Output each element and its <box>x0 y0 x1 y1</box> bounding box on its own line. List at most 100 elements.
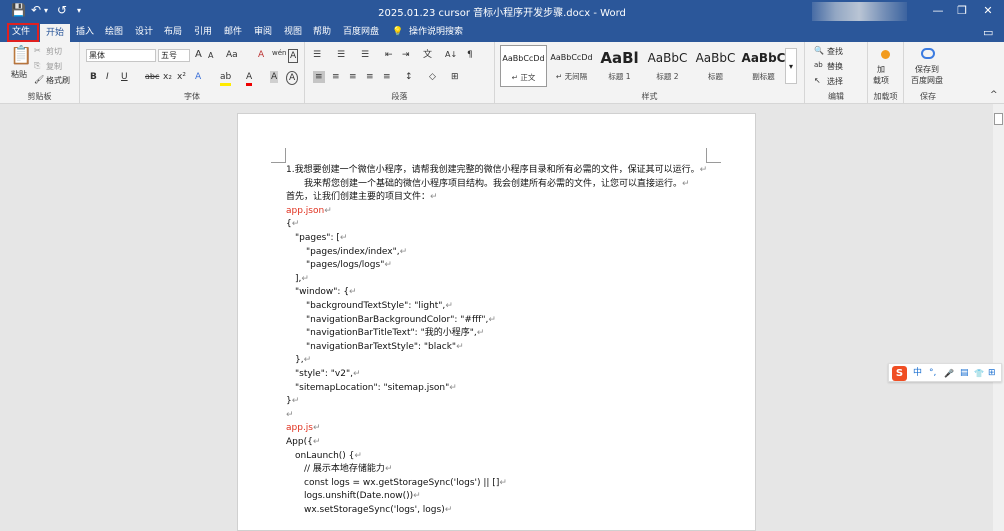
addins-icon[interactable] <box>881 50 890 59</box>
enclose-char-icon[interactable]: A <box>286 71 299 85</box>
text-effects-icon[interactable]: A <box>195 71 201 83</box>
keyboard-icon[interactable]: ▤ <box>960 366 969 381</box>
maximize-button[interactable]: ❐ <box>950 2 974 20</box>
replace-button[interactable]: 替换 <box>827 61 843 72</box>
strikethrough-button[interactable]: abc <box>145 71 159 83</box>
numbering-icon[interactable]: ☰ <box>337 49 345 61</box>
save-to-baidu-button[interactable]: 保存到 百度网盘 <box>911 64 943 86</box>
multilevel-list-icon[interactable]: ☰ <box>361 49 369 61</box>
sort-icon[interactable]: A↓ <box>445 49 457 61</box>
ime-punct-icon[interactable]: °, <box>929 366 936 381</box>
distribute-icon[interactable]: ≡ <box>383 71 391 83</box>
microphone-icon[interactable]: 🎤 <box>944 366 954 381</box>
subscript-button[interactable]: x₂ <box>163 71 172 83</box>
paste-button[interactable]: 粘贴 <box>11 69 27 80</box>
bullets-icon[interactable]: ☰ <box>313 49 321 61</box>
paragraph-label: 段落 <box>391 92 408 101</box>
paragraph-shading-icon[interactable]: ◇ <box>429 71 436 83</box>
ribbon: 📋 粘贴 ✂ 剪切 ⎘ 复制 🖌 格式刷 剪贴板 黑体 五号 A A Aa A … <box>0 42 1004 104</box>
tab-design[interactable]: 设计 <box>135 25 153 40</box>
align-right-icon[interactable]: ≡ <box>349 71 357 83</box>
ime-toolbar[interactable]: S 中 °, 🎤 ▤ 👕 ⊞ <box>888 363 1002 382</box>
collapse-ribbon-icon[interactable]: ^ <box>990 90 998 100</box>
styles-scroll-button[interactable]: ▾ <box>785 48 797 84</box>
select-icon[interactable]: ↖ <box>814 76 821 85</box>
document-line: const logs = wx.getStorageSync('logs') |… <box>304 477 507 489</box>
tab-baidu-netdisk[interactable]: 百度网盘 <box>343 25 379 40</box>
font-color-icon[interactable]: A <box>246 71 253 86</box>
paragraph-mark: ↵ <box>352 369 361 379</box>
skin-icon[interactable]: 👕 <box>974 366 984 381</box>
tab-help[interactable]: 帮助 <box>313 25 331 40</box>
line-text: 首先，让我们创建主要的项目文件： <box>286 192 431 203</box>
font-name-select[interactable]: 黑体 <box>86 49 156 62</box>
tab-references[interactable]: 引用 <box>194 25 212 40</box>
superscript-button[interactable]: x² <box>177 71 186 83</box>
baidu-netdisk-icon[interactable] <box>921 48 935 59</box>
justify-icon[interactable]: ≡ <box>366 71 374 83</box>
select-button[interactable]: 选择 <box>827 76 843 87</box>
chinese-layout-icon[interactable]: 文 <box>423 49 432 61</box>
tab-draw[interactable]: 绘图 <box>105 25 123 40</box>
replace-icon[interactable]: ab <box>814 61 823 69</box>
tab-view[interactable]: 视图 <box>284 25 302 40</box>
format-painter-icon[interactable]: 🖌 <box>34 75 44 84</box>
change-case-icon[interactable]: Aa <box>226 49 238 61</box>
vertical-scrollbar[interactable] <box>993 104 1004 531</box>
tell-me-search[interactable]: 操作说明搜索 <box>409 25 463 40</box>
clipboard-group: 📋 粘贴 ✂ 剪切 ⎘ 复制 🖌 格式刷 剪贴板 <box>0 42 80 104</box>
style-heading-2[interactable]: AaBbC 标题 2 <box>644 45 691 87</box>
align-left-icon[interactable]: ≡ <box>313 71 325 83</box>
cut-button[interactable]: 剪切 <box>46 46 62 57</box>
paragraph-mark: ↵ <box>456 341 464 352</box>
style-subtitle[interactable]: AaBbC 副标题 <box>740 45 787 87</box>
style-heading-1[interactable]: AaBl 标题 1 <box>596 45 643 87</box>
document-line: app.js↵ <box>286 422 321 434</box>
style-title[interactable]: AaBbC 标题 <box>692 45 739 87</box>
paste-icon[interactable]: 📋 <box>10 45 32 66</box>
tab-layout[interactable]: 布局 <box>164 25 182 40</box>
close-button[interactable]: ✕ <box>976 2 1000 20</box>
shrink-font-icon[interactable]: A <box>208 50 213 62</box>
char-shading-icon[interactable]: A <box>270 71 279 83</box>
copy-button[interactable]: 复制 <box>46 61 62 72</box>
borders-icon[interactable]: ⊞ <box>451 71 459 83</box>
sogou-logo-icon[interactable]: S <box>892 366 907 381</box>
align-center-icon[interactable]: ≡ <box>332 71 340 83</box>
clear-format-icon[interactable]: A <box>258 49 264 61</box>
line-spacing-icon[interactable]: ↕ <box>405 71 413 83</box>
char-border-icon[interactable]: A <box>288 49 299 63</box>
scroll-thumb[interactable] <box>994 113 1003 125</box>
phonetic-guide-icon[interactable]: wén <box>272 47 286 59</box>
increase-indent-icon[interactable]: ⇥ <box>402 49 410 61</box>
highlight-color-icon[interactable]: ab <box>220 71 232 86</box>
format-painter-button[interactable]: 格式刷 <box>46 75 70 86</box>
minimize-button[interactable]: — <box>926 2 950 20</box>
style-no-spacing[interactable]: AaBbCcDd ↵ 无间隔 <box>548 45 595 87</box>
cut-icon[interactable]: ✂ <box>34 46 41 55</box>
addins-button[interactable]: 加 载项 <box>873 64 889 86</box>
paragraph-mark: ↵ <box>682 178 690 189</box>
find-icon[interactable]: 🔍 <box>814 46 824 55</box>
italic-button[interactable]: I <box>106 71 109 83</box>
style-normal[interactable]: AaBbCcDd ↵ 正文 <box>500 45 547 87</box>
document-line: // 展示本地存储能力↵ <box>304 463 392 475</box>
underline-button[interactable]: U <box>121 71 128 83</box>
toolbox-icon[interactable]: ⊞ <box>988 366 996 381</box>
find-button[interactable]: 查找 <box>827 46 843 57</box>
tab-mailings[interactable]: 邮件 <box>224 25 242 40</box>
decrease-indent-icon[interactable]: ⇤ <box>385 49 393 61</box>
font-size-select[interactable]: 五号 <box>158 49 190 62</box>
comments-icon[interactable]: ▭ <box>983 25 993 40</box>
account-area[interactable] <box>812 2 907 21</box>
ime-chinese-mode[interactable]: 中 <box>913 366 922 381</box>
grow-font-icon[interactable]: A <box>195 49 202 61</box>
paragraph-mark: ↵ <box>444 505 453 515</box>
copy-icon[interactable]: ⎘ <box>34 61 40 71</box>
margin-corner <box>706 148 721 163</box>
show-marks-icon[interactable]: ¶ <box>467 49 473 61</box>
tab-review[interactable]: 审阅 <box>254 25 272 40</box>
bold-button[interactable]: B <box>90 71 97 83</box>
tab-insert[interactable]: 插入 <box>76 25 94 40</box>
document-line: 我来帮您创建一个基础的微信小程序项目结构。我会创建所有必需的文件，让您可以直接运… <box>304 178 690 190</box>
